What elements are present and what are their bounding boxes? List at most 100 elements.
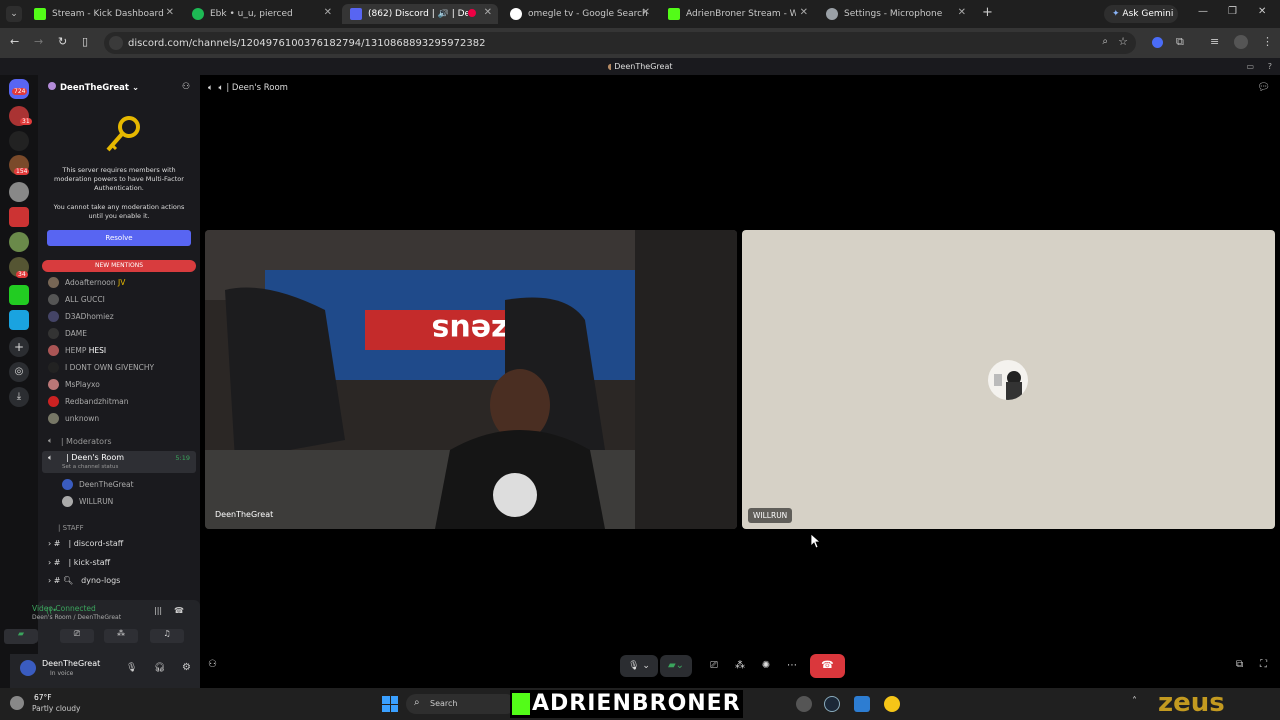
- headphones-icon[interactable]: 🎧︎: [154, 663, 165, 673]
- server-icon[interactable]: [9, 310, 29, 330]
- help-icon[interactable]: ?: [1268, 58, 1272, 75]
- taskbar-app-icon[interactable]: [854, 696, 870, 712]
- text-channel-kick-staff[interactable]: › # | kick-staff: [48, 558, 110, 567]
- tab-discord[interactable]: (862) Discord | 🔊 | Deen's Room ✕: [342, 4, 498, 24]
- tab-kick-stream[interactable]: AdrienBroner Stream - Watch Live ✕: [660, 4, 814, 24]
- fullscreen-icon[interactable]: ⛶: [1260, 659, 1267, 670]
- voice-channel-moderators[interactable]: 🔈︎ | Moderators: [48, 436, 112, 446]
- video-tile-deen[interactable]: zeus DeenTheGreat: [205, 230, 737, 529]
- close-icon[interactable]: ✕: [642, 7, 650, 18]
- tray-chevron-icon[interactable]: ˄: [1132, 696, 1137, 707]
- voice-member[interactable]: WILLRUN: [62, 496, 113, 507]
- close-icon[interactable]: ✕: [324, 7, 332, 18]
- server-icon[interactable]: [9, 131, 29, 151]
- settings-gear-icon[interactable]: ⚙: [182, 662, 191, 673]
- microphone-icon[interactable]: 🎙︎: [126, 663, 137, 673]
- voice-channel-deens-room[interactable]: 🔈︎ | Deen's Room 5:19 Set a channel stat…: [42, 451, 196, 473]
- bookmark-star-icon[interactable]: ☆: [1118, 35, 1128, 48]
- disconnect-icon[interactable]: ☎: [174, 606, 184, 615]
- ask-gemini-button[interactable]: ✦ Ask Gemini: [1104, 5, 1178, 23]
- address-bar[interactable]: discord.com/channels/1204976100376182794…: [104, 32, 1136, 54]
- add-server-icon[interactable]: +: [9, 337, 29, 357]
- tab-list-button[interactable]: ⌄: [6, 6, 22, 22]
- more-options-button[interactable]: ⋯: [782, 655, 802, 677]
- close-icon[interactable]: ✕: [958, 7, 966, 18]
- soundboard-button[interactable]: ♫: [150, 629, 184, 643]
- mfa-notice: This server requires members with modera…: [54, 166, 184, 192]
- tab-spotify[interactable]: Ebk • u_u, pierced ✕: [184, 4, 338, 24]
- media-controls-icon[interactable]: ≡: [1210, 35, 1219, 48]
- zoom-icon[interactable]: ⌕: [1102, 36, 1108, 47]
- close-icon[interactable]: ✕: [484, 7, 492, 18]
- download-icon[interactable]: ⤓: [9, 387, 29, 407]
- voice-member[interactable]: unknown: [48, 413, 99, 424]
- leave-call-button[interactable]: ☎: [810, 654, 845, 678]
- window-close-button[interactable]: ✕: [1258, 6, 1266, 17]
- voice-member[interactable]: I DONT OWN GIVENCHY: [48, 362, 154, 373]
- tab-label: AdrienBroner Stream - Watch Live: [686, 9, 796, 19]
- sidebar-toggle-icon[interactable]: ▯: [82, 35, 88, 48]
- tab-kick-dashboard[interactable]: Stream - Kick Dashboard ✕: [26, 4, 180, 24]
- server-icon[interactable]: [9, 207, 29, 227]
- server-icon[interactable]: [9, 285, 29, 305]
- soundboard-button[interactable]: ✺: [756, 655, 776, 677]
- avatar: [48, 413, 59, 424]
- camera-button[interactable]: ▰⌄: [660, 655, 692, 677]
- chat-icon[interactable]: 💬︎: [1257, 82, 1270, 93]
- voice-member[interactable]: DeenTheGreat: [62, 479, 134, 490]
- voice-member[interactable]: DAME: [48, 328, 87, 339]
- taskbar-search[interactable]: ⌕ Search: [406, 694, 516, 714]
- server-icon[interactable]: [9, 182, 29, 202]
- minimize-button[interactable]: —: [1198, 6, 1208, 17]
- voice-member[interactable]: ALL GUCCI: [48, 294, 105, 305]
- channel-name: | Moderators: [60, 436, 112, 446]
- text-channel-dyno-logs[interactable]: › # 🔍︎ dyno-logs: [48, 576, 120, 585]
- tab-settings[interactable]: Settings - Microphone ✕: [818, 4, 972, 24]
- inbox-icon[interactable]: ▭: [1246, 58, 1254, 75]
- stream-overlay-text: ADRIENBRONER: [510, 690, 743, 718]
- popout-icon[interactable]: ⧉: [1236, 659, 1243, 670]
- text-channel-discord-staff[interactable]: › # | discord-staff: [48, 539, 123, 548]
- activities-button[interactable]: ⁂: [730, 655, 750, 677]
- extension-icon[interactable]: [1152, 37, 1163, 48]
- reload-button[interactable]: ↻: [58, 35, 67, 48]
- taskbar-app-icon[interactable]: [796, 696, 812, 712]
- resolve-button[interactable]: Resolve: [47, 230, 191, 246]
- category-staff[interactable]: | STAFF: [58, 524, 84, 532]
- noise-suppression-icon[interactable]: |||: [154, 606, 162, 615]
- voice-member[interactable]: Redbandzhitman: [48, 396, 129, 407]
- close-icon[interactable]: ✕: [166, 7, 174, 18]
- tab-google-search[interactable]: omegle tv - Google Search ✕: [502, 4, 656, 24]
- activities-button[interactable]: ⁂: [104, 629, 138, 643]
- video-tile-willrun[interactable]: WILLRUN: [742, 230, 1275, 529]
- microphone-button[interactable]: 🎙︎ ⌄: [620, 655, 658, 677]
- back-button[interactable]: ←: [10, 35, 19, 48]
- camera-button[interactable]: ▰: [4, 629, 38, 643]
- voice-member[interactable]: MsPlayxo: [48, 379, 100, 390]
- profile-avatar[interactable]: [1234, 35, 1248, 49]
- forward-button[interactable]: →: [34, 35, 43, 48]
- site-info-icon[interactable]: [109, 36, 123, 50]
- weather-widget[interactable]: 67°F Partly cloudy: [8, 692, 108, 716]
- extensions-puzzle-icon[interactable]: ⧉: [1176, 35, 1184, 49]
- invite-icon[interactable]: ⚇: [182, 82, 190, 92]
- channel-status-hint[interactable]: Set a channel status: [62, 464, 118, 470]
- server-header[interactable]: DeenTheGreat ⌄: [48, 82, 139, 93]
- voice-member[interactable]: Adoafternoon JV: [48, 277, 125, 288]
- screenshare-button[interactable]: ⎚: [60, 629, 94, 643]
- new-tab-button[interactable]: +: [982, 5, 993, 20]
- discover-icon[interactable]: ◎: [9, 362, 29, 382]
- restore-button[interactable]: ❐: [1228, 6, 1237, 17]
- screenshare-button[interactable]: ⎚: [704, 655, 724, 677]
- voice-member[interactable]: D3ADhomiez: [48, 311, 114, 322]
- norton-icon[interactable]: [884, 696, 900, 712]
- chrome-menu-icon[interactable]: ⋮: [1262, 35, 1273, 48]
- activity-launcher-icon[interactable]: ⚇: [208, 659, 217, 670]
- server-icon[interactable]: [9, 232, 29, 252]
- new-mentions-pill[interactable]: NEW MENTIONS: [42, 260, 196, 272]
- avatar[interactable]: [20, 660, 36, 676]
- voice-member[interactable]: HEMP HESI: [48, 345, 106, 356]
- steam-icon[interactable]: [824, 696, 840, 712]
- close-icon[interactable]: ✕: [800, 7, 808, 18]
- windows-start-icon[interactable]: [382, 696, 398, 712]
